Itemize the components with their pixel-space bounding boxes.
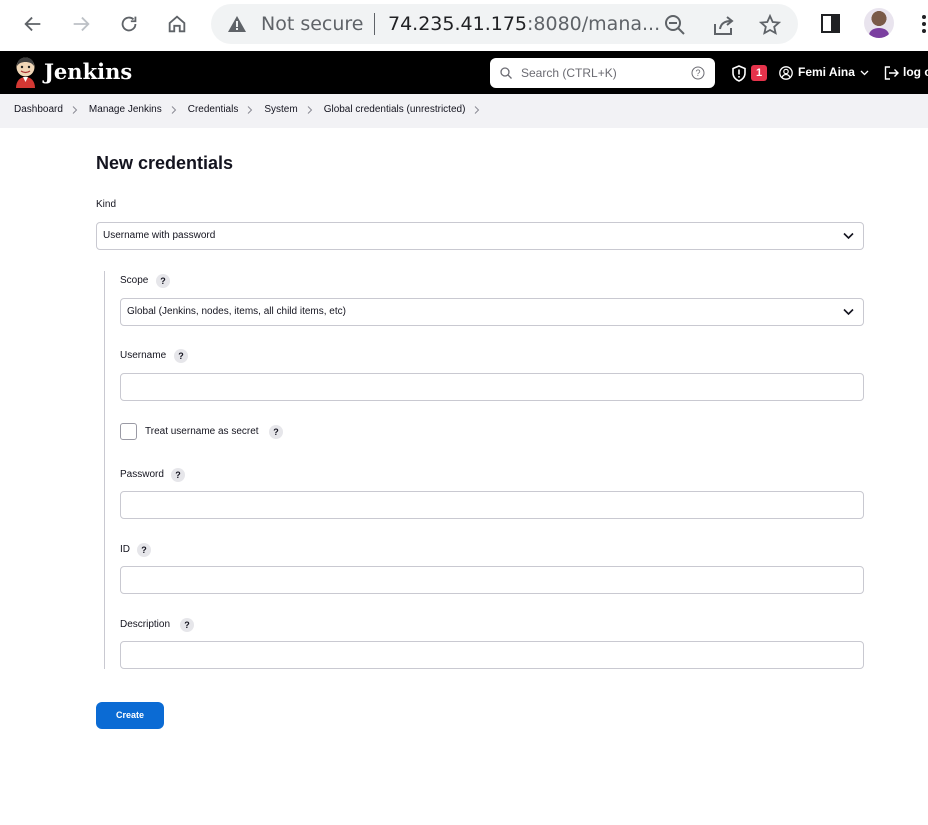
- search-box[interactable]: Search (CTRL+K) ?: [490, 58, 715, 88]
- page-title: New credentials: [96, 153, 234, 173]
- nested-section-bar: [104, 271, 105, 669]
- chevron-right-icon[interactable]: [171, 105, 177, 114]
- search-placeholder: Search (CTRL+K): [521, 66, 617, 80]
- security-shield-icon[interactable]: [731, 65, 747, 82]
- id-label: ID: [120, 544, 130, 555]
- search-icon: [500, 67, 512, 79]
- home-icon[interactable]: [162, 9, 192, 39]
- treat-secret-help-icon[interactable]: ?: [269, 425, 283, 439]
- scope-help-icon[interactable]: ?: [156, 274, 170, 288]
- chevron-right-icon[interactable]: [474, 105, 480, 114]
- breadcrumb-manage-jenkins[interactable]: Manage Jenkins: [89, 104, 162, 115]
- omnibox-separator: [374, 13, 375, 35]
- chevron-right-icon[interactable]: [72, 105, 78, 114]
- chevron-down-icon[interactable]: [860, 68, 869, 77]
- description-input[interactable]: [120, 641, 864, 669]
- chevron-down-icon: [843, 308, 854, 316]
- security-status: Not secure: [261, 13, 364, 35]
- treat-username-secret-checkbox[interactable]: [120, 423, 137, 440]
- chevron-down-icon: [843, 232, 854, 240]
- logout-icon[interactable]: [884, 66, 899, 80]
- username-help-icon[interactable]: ?: [174, 349, 188, 363]
- alert-count-badge[interactable]: 1: [751, 65, 767, 81]
- address-bar[interactable]: Not secure 74.235.41.175:8080/mana...: [211, 4, 798, 44]
- description-label: Description: [120, 619, 171, 630]
- url-host: 74.235.41.175: [388, 13, 528, 35]
- id-input[interactable]: [120, 566, 864, 594]
- profile-avatar[interactable]: [864, 8, 894, 38]
- kind-select[interactable]: Username with password: [96, 222, 864, 250]
- more-menu-icon[interactable]: [918, 13, 928, 35]
- bookmark-star-icon[interactable]: [759, 14, 781, 36]
- kind-selected-value: Username with password: [103, 230, 216, 241]
- browser-toolbar: Not secure 74.235.41.175:8080/mana...: [0, 0, 928, 51]
- jenkins-header: Jenkins Search (CTRL+K) ? 1 Femi Aina lo…: [0, 51, 928, 94]
- back-arrow-icon[interactable]: [18, 9, 48, 39]
- kind-label: Kind: [96, 199, 117, 210]
- breadcrumb-credentials[interactable]: Credentials: [188, 104, 239, 115]
- chevron-right-icon[interactable]: [307, 105, 313, 114]
- scope-selected-value: Global (Jenkins, nodes, items, all child…: [127, 306, 346, 317]
- scope-select[interactable]: Global (Jenkins, nodes, items, all child…: [120, 298, 864, 326]
- share-icon[interactable]: [712, 14, 734, 36]
- jenkins-brand-title[interactable]: Jenkins: [44, 59, 132, 84]
- logout-link[interactable]: log out: [903, 65, 928, 79]
- scope-label: Scope: [120, 275, 149, 286]
- username-input[interactable]: [120, 373, 864, 401]
- reload-icon[interactable]: [114, 9, 144, 39]
- breadcrumb: Dashboard Manage Jenkins Credentials Sys…: [0, 94, 928, 128]
- username-label: Username: [120, 350, 167, 361]
- id-help-icon[interactable]: ?: [137, 543, 151, 557]
- password-label: Password: [120, 469, 164, 480]
- treat-username-secret-label[interactable]: Treat username as secret: [145, 426, 259, 437]
- url-rest: :8080/mana...: [527, 13, 661, 35]
- jenkins-logo-icon[interactable]: [13, 57, 38, 88]
- password-input[interactable]: [120, 491, 864, 519]
- zoom-icon[interactable]: [664, 14, 686, 36]
- breadcrumb-system[interactable]: System: [264, 104, 297, 115]
- forward-arrow-icon[interactable]: [66, 9, 96, 39]
- description-help-icon[interactable]: ?: [180, 618, 194, 632]
- password-help-icon[interactable]: ?: [171, 468, 185, 482]
- warning-icon: [228, 16, 246, 32]
- user-icon: [779, 66, 793, 80]
- side-panel-icon[interactable]: [820, 13, 841, 34]
- url-text: 74.235.41.175:8080/mana...: [388, 13, 660, 35]
- breadcrumb-dashboard[interactable]: Dashboard: [14, 104, 63, 115]
- search-help-icon[interactable]: ?: [691, 66, 705, 80]
- user-menu[interactable]: Femi Aina: [798, 65, 855, 79]
- chevron-right-icon[interactable]: [247, 105, 253, 114]
- create-button[interactable]: Create: [96, 702, 164, 729]
- svg-text:?: ?: [695, 68, 700, 78]
- breadcrumb-global-credentials[interactable]: Global credentials (unrestricted): [324, 104, 466, 115]
